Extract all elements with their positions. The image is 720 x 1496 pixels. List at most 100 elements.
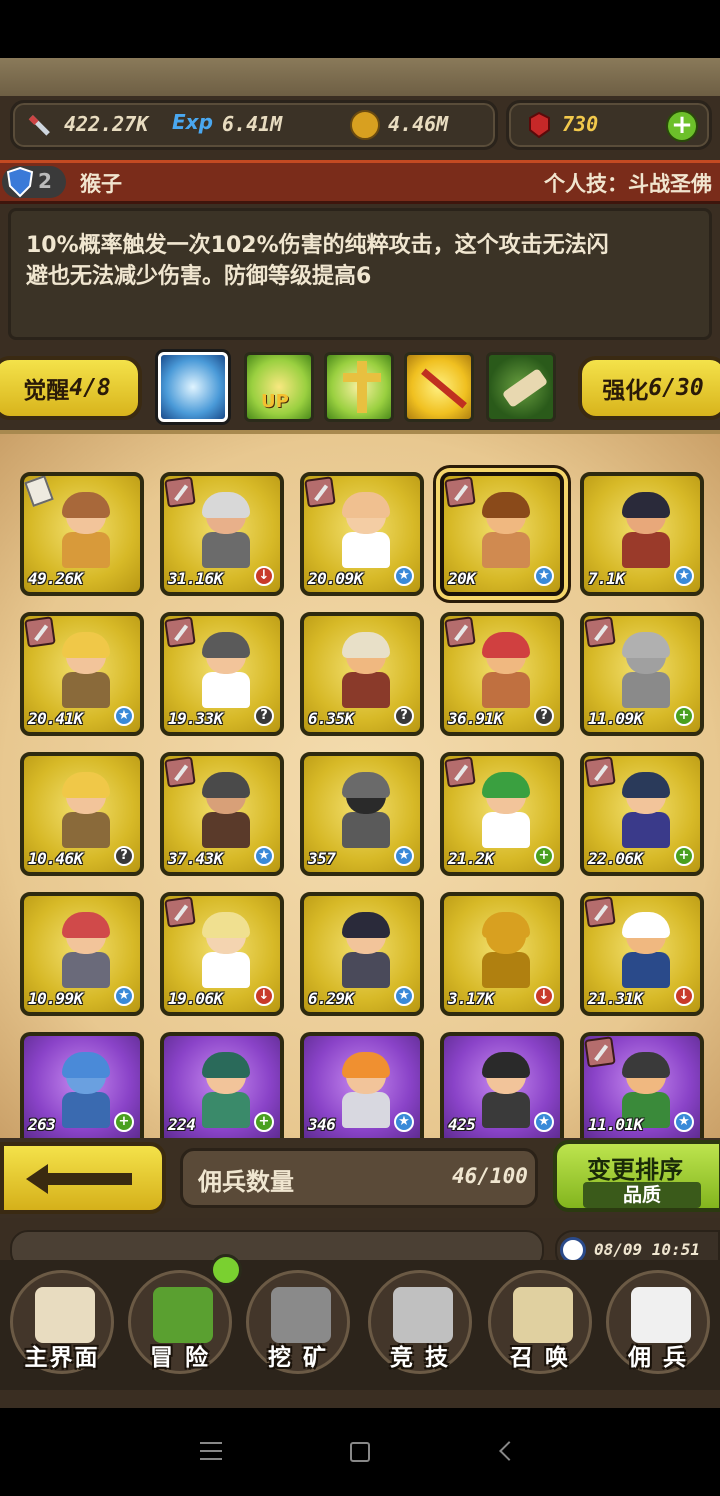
upgrade-badge-icon: + bbox=[674, 706, 694, 726]
mercenary-portrait bbox=[56, 1052, 116, 1128]
equipped-weapon-icon bbox=[164, 896, 196, 928]
mercenary-power: 11.09K bbox=[588, 709, 643, 728]
add-gems-button[interactable]: + bbox=[666, 110, 698, 142]
equipped-weapon-icon bbox=[444, 476, 476, 508]
mercenary-card[interactable]: 6.35K? bbox=[300, 612, 424, 736]
nav-item-2[interactable]: 挖 矿 bbox=[238, 1262, 358, 1382]
mercenary-power: 6.29K bbox=[308, 989, 354, 1008]
mercenary-portrait bbox=[336, 912, 396, 988]
cross-handshake-icon[interactable] bbox=[324, 352, 394, 422]
hero-level: 2 bbox=[38, 169, 52, 193]
mercenary-portrait bbox=[196, 772, 256, 848]
ruby-icon bbox=[524, 110, 554, 140]
mercenary-power: 21.31K bbox=[588, 989, 643, 1008]
equipped-weapon-icon bbox=[444, 616, 476, 648]
mercenary-power: 10.46K bbox=[28, 849, 83, 868]
mercenary-card[interactable]: 10.99K ★ bbox=[20, 892, 144, 1016]
mercenary-power: 7.1K bbox=[588, 569, 625, 588]
mercenary-portrait bbox=[616, 912, 676, 988]
mercenary-card[interactable]: 20K ★ bbox=[440, 472, 564, 596]
mercenary-card[interactable]: 7.1K ★ bbox=[580, 472, 704, 596]
mercenary-card[interactable]: 10.46K? bbox=[20, 752, 144, 876]
menu-icon[interactable] bbox=[200, 1442, 222, 1460]
tent-icon bbox=[631, 1287, 691, 1343]
star-badge-icon: ★ bbox=[254, 846, 274, 866]
home-icon[interactable] bbox=[350, 1442, 370, 1462]
mercenary-portrait bbox=[476, 912, 536, 988]
nav-item-0[interactable]: 主界面 bbox=[2, 1262, 122, 1382]
equipped-weapon-icon bbox=[24, 616, 56, 648]
hero-name: 猴子 bbox=[80, 172, 122, 196]
mercenary-card[interactable]: 346 ★ bbox=[300, 1032, 424, 1138]
mercenary-card[interactable]: 21.2K + bbox=[440, 752, 564, 876]
nav-item-5[interactable]: 佣 兵 bbox=[598, 1262, 718, 1382]
enhance-button[interactable]: 强化 6/30 bbox=[578, 356, 720, 420]
star-badge-icon: ★ bbox=[534, 1112, 554, 1132]
mercenary-card[interactable]: 31.16K ↓ bbox=[160, 472, 284, 596]
back-icon[interactable] bbox=[499, 1441, 519, 1461]
star-badge-icon: ★ bbox=[674, 1112, 694, 1132]
mercenary-power: 357 bbox=[308, 849, 336, 868]
mercenary-card[interactable]: 425 ★ bbox=[440, 1032, 564, 1138]
nav-item-3[interactable]: 竞 技 bbox=[360, 1262, 480, 1382]
nav-label: 召 唤 bbox=[509, 1345, 570, 1371]
staff-icon[interactable] bbox=[404, 352, 474, 422]
mercenary-card[interactable]: 6.29K ★ bbox=[300, 892, 424, 1016]
mercenary-power: 425 bbox=[448, 1115, 476, 1134]
nav-item-4[interactable]: 召 唤 bbox=[480, 1262, 600, 1382]
sort-mode: 品质 bbox=[583, 1182, 701, 1208]
mercenary-portrait bbox=[616, 772, 676, 848]
downgrade-badge-icon: ↓ bbox=[534, 986, 554, 1006]
mercenary-portrait bbox=[616, 632, 676, 708]
equipped-weapon-icon bbox=[584, 896, 616, 928]
mercenary-card[interactable]: 37.43K ★ bbox=[160, 752, 284, 876]
mercenary-portrait bbox=[56, 912, 116, 988]
scroll-icon[interactable] bbox=[486, 352, 556, 422]
awaken-button[interactable]: 觉醒 4/8 bbox=[0, 356, 142, 420]
mercenary-card[interactable]: 21.31K ↓ bbox=[580, 892, 704, 1016]
note-icon bbox=[24, 476, 54, 507]
mercenary-card[interactable]: 36.91K? bbox=[440, 612, 564, 736]
mercenary-card[interactable]: 20.41K ★ bbox=[20, 612, 144, 736]
mercenary-portrait bbox=[336, 492, 396, 568]
equipped-weapon-icon bbox=[164, 616, 196, 648]
pickaxe-icon bbox=[271, 1287, 331, 1343]
mercenary-card[interactable]: 22.06K + bbox=[580, 752, 704, 876]
crown-up-icon[interactable]: UP bbox=[244, 352, 314, 422]
mercenary-portrait bbox=[196, 632, 256, 708]
change-sort-button[interactable]: 变更排序 品质 bbox=[553, 1140, 720, 1212]
mercenary-power: 22.06K bbox=[588, 849, 643, 868]
system-nav-bar bbox=[0, 1408, 720, 1496]
lightning-icon[interactable] bbox=[158, 352, 228, 422]
mercenary-power: 36.91K bbox=[448, 709, 503, 728]
mercenary-portrait bbox=[476, 772, 536, 848]
mercenary-card[interactable]: 224 + bbox=[160, 1032, 284, 1138]
back-button[interactable] bbox=[0, 1142, 166, 1214]
mercenary-card[interactable]: 3.17K ↓ bbox=[440, 892, 564, 1016]
mercenary-card[interactable]: 263 + bbox=[20, 1032, 144, 1138]
gold-coin-icon bbox=[350, 110, 380, 140]
mercenary-card[interactable]: 19.06K ↓ bbox=[160, 892, 284, 1016]
star-badge-icon: ★ bbox=[674, 566, 694, 586]
mercenary-portrait bbox=[56, 772, 116, 848]
equipped-weapon-icon bbox=[164, 756, 196, 788]
star-badge-icon: ★ bbox=[394, 846, 414, 866]
mercenary-card[interactable]: 11.01K ★ bbox=[580, 1032, 704, 1138]
mercenary-card[interactable]: 19.33K? bbox=[160, 612, 284, 736]
back-arrow-icon bbox=[26, 1164, 132, 1194]
equipped-weapon-icon bbox=[584, 756, 616, 788]
equipped-weapon-icon bbox=[584, 616, 616, 648]
equipped-weapon-icon bbox=[164, 476, 196, 508]
star-badge-icon: ★ bbox=[534, 566, 554, 586]
mercenary-card[interactable]: 11.09K + bbox=[580, 612, 704, 736]
unknown-badge-icon: ? bbox=[534, 706, 554, 726]
mercenary-count-label: 佣兵数量 bbox=[198, 1168, 294, 1196]
mercenary-portrait bbox=[476, 632, 536, 708]
mercenary-card[interactable]: 20.09K ★ bbox=[300, 472, 424, 596]
island-icon bbox=[153, 1287, 213, 1343]
gem-value: 730 bbox=[562, 112, 599, 136]
mercenary-portrait bbox=[336, 1052, 396, 1128]
mercenary-card[interactable]: 357 ★ bbox=[300, 752, 424, 876]
star-badge-icon: ★ bbox=[114, 986, 134, 1006]
mercenary-card[interactable]: 49.26K bbox=[20, 472, 144, 596]
